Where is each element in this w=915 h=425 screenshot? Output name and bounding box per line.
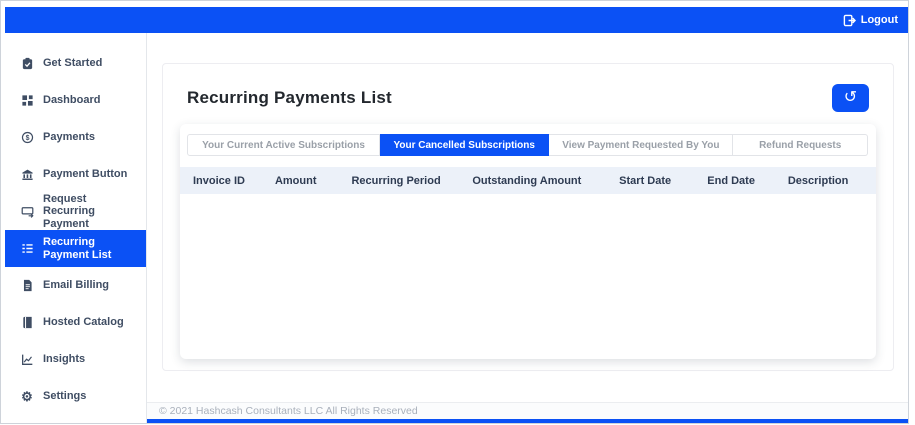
- clipboard-check-icon: [20, 57, 34, 71]
- main-content: Recurring Payments List ↺ Your Current A…: [147, 33, 908, 423]
- svg-text:$: $: [25, 135, 29, 142]
- panel-header: Recurring Payments List ↺: [180, 84, 876, 112]
- history-icon: ↺: [843, 89, 858, 106]
- column-header-start-date: Start Date: [619, 174, 672, 187]
- sidebar-item-email-billing[interactable]: Email Billing: [5, 267, 146, 304]
- sidebar-item-recurring-payment-list[interactable]: Recurring Payment List: [5, 230, 146, 267]
- subscription-tabs: Your Current Active Subscriptions Your C…: [187, 134, 868, 156]
- bottom-accent-strip: [147, 419, 908, 423]
- footer: © 2021 Hashcash Consultants LLC All Righ…: [147, 402, 908, 419]
- sidebar-item-dashboard[interactable]: Dashboard: [5, 82, 146, 119]
- sidebar-item-label: Payment Button: [43, 168, 128, 181]
- sidebar-item-label: Email Billing: [43, 279, 110, 292]
- document-icon: [20, 279, 34, 293]
- card-plus-icon: [20, 205, 34, 219]
- tab-current-active-subscriptions[interactable]: Your Current Active Subscriptions: [187, 134, 381, 156]
- subscriptions-card: Your Current Active Subscriptions Your C…: [180, 124, 876, 359]
- main-spacer: [147, 371, 908, 402]
- sidebar-item-insights[interactable]: Insights: [5, 341, 146, 378]
- history-button[interactable]: ↺: [832, 84, 869, 112]
- gear-icon: ⚙: [21, 389, 33, 404]
- column-header-amount: Amount: [274, 174, 317, 187]
- dollar-circle-icon: $: [20, 131, 34, 145]
- column-header-end-date: End Date: [707, 174, 755, 187]
- sidebar: Get Started Dashboard $ Payments Payment…: [5, 33, 147, 423]
- column-header-invoice-id: Invoice ID: [193, 174, 245, 187]
- sidebar-item-label: Get Started: [43, 57, 103, 70]
- body: Get Started Dashboard $ Payments Payment…: [5, 33, 908, 423]
- sidebar-item-label: Settings: [43, 390, 87, 403]
- window-frame: Logout Get Started Dashboard $ Payments …: [0, 0, 909, 424]
- sidebar-item-label: Request Recurring Payment: [43, 192, 95, 230]
- sidebar-item-payments[interactable]: $ Payments: [5, 119, 146, 156]
- list-icon: [20, 242, 34, 256]
- app-root: Logout Get Started Dashboard $ Payments …: [5, 7, 908, 423]
- column-header-outstanding-amount: Outstanding Amount: [472, 174, 582, 187]
- chart-icon: [20, 353, 34, 367]
- topbar: Logout: [5, 7, 908, 33]
- sidebar-item-label: Dashboard: [43, 94, 101, 107]
- book-icon: [20, 316, 34, 330]
- tab-cancelled-subscriptions[interactable]: Your Cancelled Subscriptions: [380, 134, 550, 156]
- sidebar-item-label: Payments: [43, 131, 95, 144]
- page-title: Recurring Payments List: [187, 88, 392, 107]
- tab-view-payment-requested[interactable]: View Payment Requested By You: [549, 134, 734, 156]
- sidebar-item-settings[interactable]: ⚙ Settings: [5, 378, 146, 415]
- sidebar-item-hosted-catalog[interactable]: Hosted Catalog: [5, 304, 146, 341]
- table-header-row: Invoice ID Amount Recurring Period Outst…: [180, 167, 876, 194]
- column-header-description: Description: [787, 174, 849, 187]
- column-header-recurring-period: Recurring Period: [351, 174, 441, 187]
- dashboard-grid-icon: [20, 94, 34, 108]
- logout-button[interactable]: Logout: [843, 14, 898, 27]
- sidebar-item-label: Insights: [43, 353, 86, 366]
- copyright-text: © 2021 Hashcash Consultants LLC All Righ…: [159, 405, 418, 417]
- sidebar-item-label: Recurring Payment List: [43, 235, 112, 261]
- sidebar-item-get-started[interactable]: Get Started: [5, 45, 146, 82]
- sidebar-item-request-recurring-payment[interactable]: Request Recurring Payment: [5, 193, 146, 230]
- table-body-empty: [180, 194, 876, 359]
- recurring-payments-panel: Recurring Payments List ↺ Your Current A…: [162, 63, 894, 371]
- logout-label: Logout: [860, 14, 898, 26]
- logout-icon: [843, 14, 856, 27]
- sidebar-item-label: Hosted Catalog: [43, 316, 124, 329]
- sidebar-item-payment-button[interactable]: Payment Button: [5, 156, 146, 193]
- bank-icon: [20, 168, 34, 182]
- tab-refund-requests[interactable]: Refund Requests: [733, 134, 868, 156]
